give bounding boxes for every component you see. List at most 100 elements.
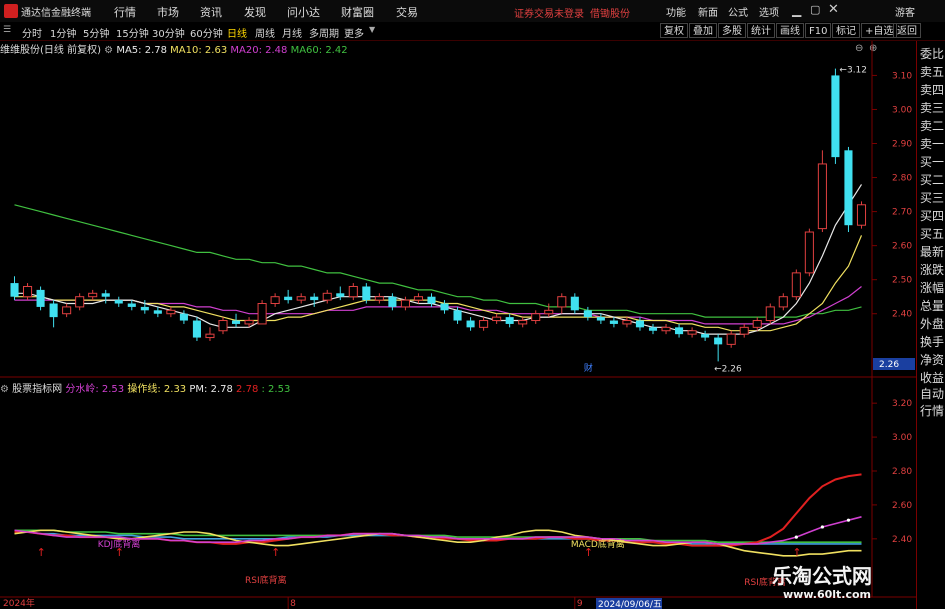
biaoji-button[interactable]: 标记 xyxy=(832,23,860,38)
candle-body-down xyxy=(231,320,241,324)
tongji-button[interactable]: 统计 xyxy=(747,23,775,38)
menu-shichang[interactable]: 市场 xyxy=(157,4,179,20)
candle-body-up xyxy=(322,292,332,301)
guest-label[interactable]: 游客 xyxy=(895,4,915,19)
period-daily[interactable]: 日线 xyxy=(227,25,247,40)
candle-body-up xyxy=(492,316,502,322)
candle-body-up xyxy=(75,296,85,308)
ma10-line xyxy=(14,235,863,332)
stock-notice: 借锄股份 xyxy=(590,9,630,20)
side-item-netasset[interactable]: 净资 xyxy=(920,353,944,367)
indicator-tick-label: 3.20 xyxy=(892,399,912,409)
window-close-icon[interactable]: ✕ xyxy=(828,2,839,17)
side-item-buy2[interactable]: 买二 xyxy=(920,173,944,187)
side-item-sell2[interactable]: 卖二 xyxy=(920,119,944,133)
side-item-sell1[interactable]: 卖一 xyxy=(920,137,944,151)
menu-gongneng[interactable]: 功能 xyxy=(666,4,686,19)
login-notice[interactable]: 证券交易未登录 xyxy=(514,5,584,20)
menu-hangqing[interactable]: 行情 xyxy=(114,4,136,20)
window-maximize-icon[interactable]: ▢ xyxy=(810,3,820,16)
price-tick-label: 2.80 xyxy=(892,174,912,184)
side-item-buy1[interactable]: 买一 xyxy=(920,155,944,169)
price-tick-label: 3.00 xyxy=(892,105,912,115)
period-60min[interactable]: 60分钟 xyxy=(190,25,223,40)
candle-body-down xyxy=(127,303,136,307)
candle-body-up xyxy=(166,309,176,315)
signal-arrow: ↑ xyxy=(37,546,46,559)
ma60-line xyxy=(14,204,862,318)
huaxian-button[interactable]: 画线 xyxy=(776,23,804,38)
side-item-weibi[interactable]: 委比 xyxy=(920,47,944,61)
period-weekly[interactable]: 周线 xyxy=(255,25,275,40)
price-tick-label: 2.90 xyxy=(892,140,912,150)
candle-body-up xyxy=(62,306,72,315)
f10-button[interactable]: F10 xyxy=(805,23,832,38)
annotations: ←3.12←2.26财↑ ↑ ↑ ↑ ↑KDJ底背离RSI底背离MACD底背离RSI底背… xyxy=(37,66,867,588)
indicator-dot xyxy=(794,535,798,539)
menu-list-icon[interactable]: ☰ xyxy=(3,25,11,35)
ma-lines xyxy=(14,184,863,335)
high-price-label: ←3.12 xyxy=(839,66,867,76)
side-item-sell3[interactable]: 卖三 xyxy=(920,101,944,115)
period-1min[interactable]: 1分钟 xyxy=(50,25,76,40)
candle-body-up xyxy=(739,326,749,335)
indicator-dot xyxy=(820,525,824,529)
candle-body-up xyxy=(400,299,410,308)
period-more[interactable]: 更多 xyxy=(344,25,364,40)
side-item-sell5[interactable]: 卖五 xyxy=(920,65,944,79)
add-favorite-button[interactable]: +自选 xyxy=(861,23,898,38)
menu-jiaoyi[interactable]: 交易 xyxy=(396,4,418,20)
indicator-tick-label: 2.40 xyxy=(892,535,912,545)
side-item-outer[interactable]: 外盘 xyxy=(920,317,944,331)
candle-body-down xyxy=(427,296,436,304)
menu-xuanxiang[interactable]: 选项 xyxy=(759,4,779,19)
signal-arrow: ↑ xyxy=(792,546,801,559)
candle-body-down xyxy=(466,320,475,328)
side-item-latest[interactable]: 最新 xyxy=(920,245,944,259)
side-item-volume[interactable]: 总量 xyxy=(920,299,944,313)
menu-xinmian[interactable]: 新面 xyxy=(698,4,718,19)
side-item-buy4[interactable]: 买四 xyxy=(920,209,944,223)
candle-body-up xyxy=(817,163,827,230)
candle-body-up xyxy=(531,313,541,322)
candle-body-down xyxy=(153,310,162,314)
candle-body-down xyxy=(284,296,293,301)
side-item-quote[interactable]: 行情 xyxy=(920,404,944,418)
candle-body-down xyxy=(675,327,684,335)
window-minimize-icon[interactable]: ▁ xyxy=(792,3,801,17)
fuquan-button[interactable]: 复权 xyxy=(660,23,688,38)
candle-body-up xyxy=(856,204,867,226)
menu-caifuquan[interactable]: 财富圈 xyxy=(341,4,374,20)
candle-body-down xyxy=(310,296,319,301)
period-5min[interactable]: 5分钟 xyxy=(83,25,109,40)
watermark-url: www.60lt.com xyxy=(783,588,872,601)
side-item-buy3[interactable]: 买三 xyxy=(920,191,944,205)
period-15min[interactable]: 15分钟 xyxy=(116,25,149,40)
period-fenshi[interactable]: 分时 xyxy=(22,25,42,40)
period-multi[interactable]: 多周期 xyxy=(309,25,339,40)
menu-wenxiaoda[interactable]: 问小达 xyxy=(287,4,320,20)
period-monthly[interactable]: 月线 xyxy=(282,25,302,40)
side-item-sell4[interactable]: 卖四 xyxy=(920,83,944,97)
menu-faxian[interactable]: 发现 xyxy=(244,4,266,20)
menu-gongshi[interactable]: 公式 xyxy=(728,4,748,19)
candle-body-down xyxy=(648,327,658,331)
side-item-change[interactable]: 涨跌 xyxy=(920,263,944,277)
diejia-button[interactable]: 叠加 xyxy=(689,23,717,38)
side-item-auto[interactable]: 自动 xyxy=(920,387,944,401)
chevron-down-icon[interactable]: ▼ xyxy=(369,25,375,34)
candle-body-up xyxy=(687,330,697,335)
period-30min[interactable]: 30分钟 xyxy=(152,25,185,40)
app-title: 通达信金融终端 xyxy=(21,8,91,19)
side-item-turnover[interactable]: 换手 xyxy=(920,335,944,349)
kline-chart[interactable]: 3.10 3.00 2.90 2.80 2.70 2.60 2.50 2.40 3.20 3.00… xyxy=(0,41,916,609)
back-button[interactable]: 返回 xyxy=(893,23,921,38)
side-item-buy5[interactable]: 买五 xyxy=(920,227,944,241)
side-item-earnings[interactable]: 收益 xyxy=(920,371,944,385)
kdj-signal-label: KDJ底背离 xyxy=(98,538,140,550)
side-item-pct[interactable]: 涨幅 xyxy=(920,281,944,295)
menu-zixun[interactable]: 资讯 xyxy=(200,4,222,20)
menu-bar: 通达信金融终端 行情 市场 资讯 发现 问小达 财富圈 交易 证券交易未登录 借… xyxy=(0,0,945,23)
duogu-button[interactable]: 多股 xyxy=(718,23,746,38)
macd-signal-label: MACD底背离 xyxy=(571,538,625,550)
